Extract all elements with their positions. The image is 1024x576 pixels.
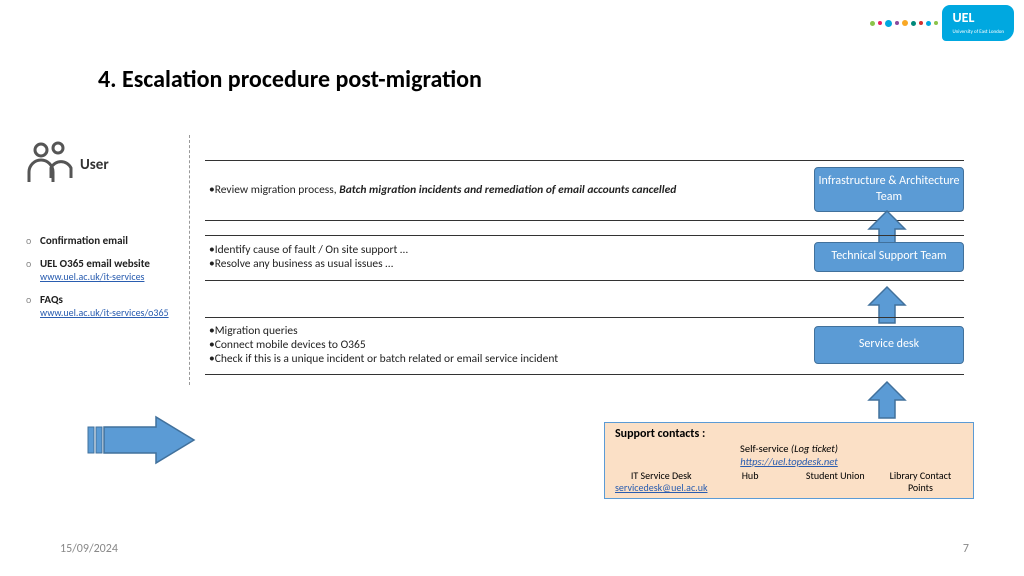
tier-text: •Review migration process, Batch migrati… [205, 183, 814, 197]
support-col-servicedesk: IT Service Desk servicedesk@uel.ac.uk [615, 470, 708, 494]
sidebar-link-website[interactable]: www.uel.ac.uk/it-services [40, 270, 144, 283]
team-box-infrastructure: Infrastructure & Architecture Team [814, 167, 964, 212]
tier-text-bold: Batch migration incidents and remediatio… [339, 183, 676, 197]
support-self-link[interactable]: https://uel.topdesk.net [740, 455, 838, 468]
logo-badge: UEL University of East London [942, 5, 1014, 41]
support-contacts-box: Support contacts : Self-service (Log tic… [604, 422, 974, 499]
logo-dots [870, 20, 938, 27]
support-self-service: Self-service (Log ticket) https://uel.to… [615, 442, 963, 468]
tier-line: •Identify cause of fault / On site suppo… [209, 243, 804, 257]
logo-subtitle: University of East London [952, 29, 1004, 35]
tier-technical: •Identify cause of fault / On site suppo… [205, 235, 964, 281]
sidebar-item-label: UEL O365 email website [40, 257, 150, 270]
sidebar-item-website: UEL O365 email website www.uel.ac.uk/it-… [26, 257, 186, 283]
user-label: User [80, 156, 109, 174]
tier-text: •Migration queries •Connect mobile devic… [205, 324, 814, 366]
uel-logo: UEL University of East London [870, 5, 1014, 41]
team-box-technical: Technical Support Team [814, 242, 964, 272]
tier-line: •Resolve any business as usual issues … [209, 257, 804, 271]
footer-date: 15/09/2024 [60, 542, 118, 556]
vertical-divider [189, 135, 190, 385]
support-col-student-union: Student Union [793, 470, 878, 494]
sidebar-item-faqs: FAQs www.uel.ac.uk/it-services/o365 [26, 293, 186, 319]
support-columns: IT Service Desk servicedesk@uel.ac.uk Hu… [615, 470, 963, 494]
tier-servicedesk: •Migration queries •Connect mobile devic… [205, 317, 964, 375]
tier-line: •Check if this is a unique incident or b… [209, 352, 804, 366]
tier-text-prefix: •Review migration process, [209, 183, 339, 197]
logo-name: UEL [952, 11, 1004, 25]
footer-page: 7 [963, 542, 969, 556]
arrow-up-icon [865, 380, 909, 420]
arrow-right-icon [86, 415, 196, 465]
support-col-hub: Hub [708, 470, 793, 494]
sidebar-item-label: FAQs [40, 293, 63, 306]
sidebar-item-confirmation: Confirmation email [26, 234, 186, 247]
sidebar-link-faqs[interactable]: www.uel.ac.uk/it-services/o365 [40, 306, 169, 319]
support-title: Support contacts : [615, 427, 963, 441]
support-self-label: Self-service [740, 442, 791, 455]
page-title: 4. Escalation procedure post-migration [98, 65, 482, 94]
tier-line: •Connect mobile devices to O365 [209, 338, 804, 352]
user-block: User [26, 140, 186, 189]
support-col-library: Library Contact Points [878, 470, 963, 494]
team-box-servicedesk: Service desk [814, 326, 964, 364]
support-self-note: (Log ticket) [791, 442, 838, 455]
tier-infrastructure: •Review migration process, Batch migrati… [205, 160, 964, 221]
sidebar: User Confirmation email UEL O365 email w… [26, 140, 186, 329]
tier-line: •Migration queries [209, 324, 804, 338]
support-col-link[interactable]: servicedesk@uel.ac.uk [615, 481, 708, 494]
users-icon [26, 140, 74, 189]
sidebar-item-label: Confirmation email [40, 234, 128, 247]
tier-text: •Identify cause of fault / On site suppo… [205, 243, 814, 271]
